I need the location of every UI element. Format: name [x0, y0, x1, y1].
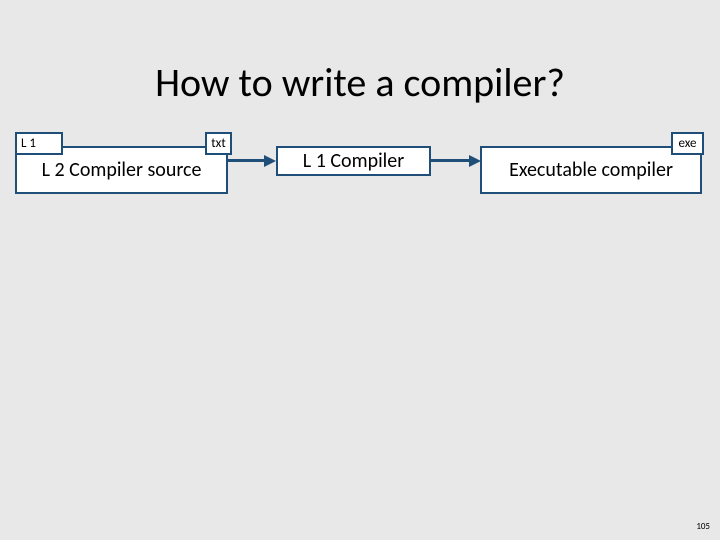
arrow-line — [431, 159, 471, 162]
label-box-l1: L 1 — [15, 132, 63, 155]
box-l2-source-text: L 2 Compiler source — [42, 158, 202, 182]
box-l1-compiler-text: L 1 Compiler — [303, 149, 404, 173]
label-l1-text: L 1 — [21, 136, 36, 151]
arrow-line — [228, 159, 266, 162]
label-exe-text: exe — [678, 136, 696, 151]
box-l1-compiler: L 1 Compiler — [276, 146, 431, 176]
box-exec-compiler-text: Executable compiler — [509, 158, 673, 182]
slide-title: How to write a compiler? — [0, 58, 720, 107]
page-number: 105 — [696, 521, 710, 532]
label-box-exe: exe — [671, 132, 704, 155]
label-txt-text: txt — [211, 136, 225, 151]
arrow-head-icon — [264, 155, 276, 167]
box-executable-compiler: Executable compiler — [480, 146, 702, 194]
label-box-txt: txt — [205, 132, 232, 155]
